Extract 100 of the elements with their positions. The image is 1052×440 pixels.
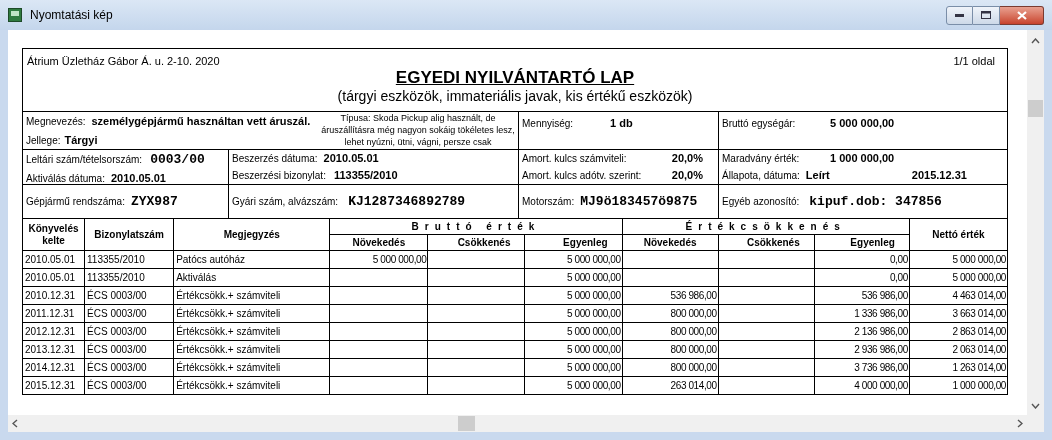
field-label: Amort. kulcs adótv. szerint: [522, 169, 642, 184]
field-label: Aktiválás dátuma: [26, 171, 105, 186]
table-cell: 2011.12.31 [22, 304, 85, 323]
column-group-header: Értékcsökkenés [622, 218, 910, 235]
field-value: 2015.12.31 [911, 168, 967, 184]
minimize-icon [955, 13, 964, 17]
field-value: 1 db [610, 116, 633, 131]
table-cell: 800 000,00 [622, 358, 719, 377]
field-label: Motorszám: [522, 195, 575, 209]
field-label: Amort. kulcs számviteli: [522, 152, 627, 167]
scroll-up-icon[interactable] [1031, 38, 1040, 44]
table-cell: 113355/2010 [84, 250, 174, 269]
minimize-button[interactable] [946, 5, 973, 25]
table-cell: Aktiválás [173, 268, 330, 287]
table-cell: 4 463 014,00 [909, 286, 1008, 305]
table-cell: 5 000 000,00 [524, 376, 623, 395]
table-cell: 800 000,00 [622, 322, 719, 341]
field-value: KJ1287346892789 [348, 192, 466, 211]
table-cell: Értékcsökk.+ számviteli [173, 286, 330, 305]
column-header: Megjegyzés [173, 218, 330, 251]
table-cell: 3 736 986,00 [814, 358, 910, 377]
horizontal-scrollbar[interactable] [8, 415, 1044, 432]
table-cell: 0,00 [814, 268, 910, 287]
field-value: Leírt [805, 168, 831, 184]
field-label: Egyéb azonosító: [722, 195, 800, 209]
scrollbar-thumb[interactable] [1028, 100, 1043, 117]
column-header: Nettó érték [909, 218, 1008, 251]
table-cell: 0,00 [814, 250, 910, 269]
table-cell: 5 000 000,00 [909, 250, 1008, 269]
scroll-right-icon[interactable] [1017, 419, 1023, 428]
table-cell: 4 000 000,00 [814, 376, 910, 395]
field-label: Mennyiség: [522, 117, 575, 131]
page-number: 1/1 oldal [953, 54, 995, 69]
field-label: Maradvány érték: [722, 152, 801, 167]
table-cell: ÉCS 0003/00 [84, 358, 174, 377]
vertical-scrollbar[interactable] [1027, 30, 1044, 415]
table-cell: 2010.05.01 [22, 250, 85, 269]
table-cell: 5 000 000,00 [524, 304, 623, 323]
table-cell: 2 936 986,00 [814, 340, 910, 359]
column-header: Csökkenés [718, 234, 815, 251]
field-value: személygépjármű használtan vett áruszál. [91, 114, 311, 129]
table-cell: 2013.12.31 [22, 340, 85, 359]
field-value: 5 000 000,00 [830, 116, 895, 131]
window-title: Nyomtatási kép [30, 7, 113, 24]
table-cell: 5 000 000,00 [524, 250, 623, 269]
close-button[interactable] [1000, 5, 1044, 25]
column-header: Növekedés [329, 234, 428, 251]
company-name: Átrium Üzletház Gábor Á. u. 2-10. 2020 [27, 54, 220, 69]
type-description: Típusa: Skoda Pickup alig használt, de áruszállításra még nagyon sokáig tökéletes lesz, lehet nyúzni, ütni, vágni, persze csak [320, 112, 516, 148]
table-cell: 2014.12.31 [22, 358, 85, 377]
column-header: Növekedés [622, 234, 719, 251]
field-label: Beszerzés dátuma: [232, 152, 318, 167]
document-subtitle: (tárgyi eszközök, immateriális javak, kis értékű eszközök) [337, 88, 693, 104]
table-cell: 2 063 014,00 [909, 340, 1008, 359]
table-cell: 1 000 000,00 [909, 376, 1008, 395]
table-cell: Értékcsökk.+ számviteli [173, 340, 330, 359]
column-header: Egyenleg [524, 234, 623, 251]
table-cell: 113355/2010 [84, 268, 174, 287]
app-icon [8, 8, 22, 22]
table-cell: 5 000 000,00 [329, 250, 428, 269]
maximize-icon [981, 11, 991, 19]
field-value: 1 000 000,00 [830, 151, 895, 167]
table-cell: 5 000 000,00 [524, 286, 623, 305]
table-cell: 2010.05.01 [22, 268, 85, 287]
field-value: kipuf.dob: 347856 [809, 192, 942, 211]
table-cell: Értékcsökk.+ számviteli [173, 358, 330, 377]
field-value: 113355/2010 [333, 168, 398, 184]
table-cell: 2015.12.31 [22, 376, 85, 395]
field-label: Jellege: [26, 133, 61, 148]
table-cell: 2 863 014,00 [909, 322, 1008, 341]
table-cell: ÉCS 0003/00 [84, 376, 174, 395]
field-value: ZYX987 [130, 192, 178, 211]
field-label: Megnevezés: [26, 115, 86, 129]
table-cell: 1 263 014,00 [909, 358, 1008, 377]
scroll-down-icon[interactable] [1031, 403, 1040, 409]
table-cell: ÉCS 0003/00 [84, 322, 174, 341]
table-cell: ÉCS 0003/00 [84, 340, 174, 359]
table-cell: 5 000 000,00 [909, 268, 1008, 287]
field-value: MJ9ö183457ö9875 [580, 192, 698, 211]
table-cell: Értékcsökk.+ számviteli [173, 376, 330, 395]
table-cell: 5 000 000,00 [524, 340, 623, 359]
table-cell: 1 336 986,00 [814, 304, 910, 323]
table-cell: 2 136 986,00 [814, 322, 910, 341]
field-label: Gépjármű rendszáma: [26, 195, 125, 209]
scrollbar-thumb[interactable] [458, 416, 475, 431]
table-cell: Értékcsökk.+ számviteli [173, 322, 330, 341]
field-label: Leltári szám/tételsorszám: [26, 153, 143, 167]
column-group-header: Bruttó érték [329, 218, 623, 235]
field-value: 0003/00 [150, 151, 205, 169]
table-cell: ÉCS 0003/00 [84, 286, 174, 305]
maximize-button[interactable] [973, 5, 1000, 25]
field-value: 2010.05.01 [323, 151, 379, 167]
scroll-left-icon[interactable] [12, 419, 18, 428]
table-cell: 263 014,00 [622, 376, 719, 395]
column-header: Könyvelés kelte [22, 218, 85, 251]
table-cell: 5 000 000,00 [524, 268, 623, 287]
close-icon [1016, 10, 1027, 20]
field-label: Gyári szám, alvázszám: [232, 195, 339, 209]
table-cell: 800 000,00 [622, 340, 719, 359]
table-cell: 2010.12.31 [22, 286, 85, 305]
